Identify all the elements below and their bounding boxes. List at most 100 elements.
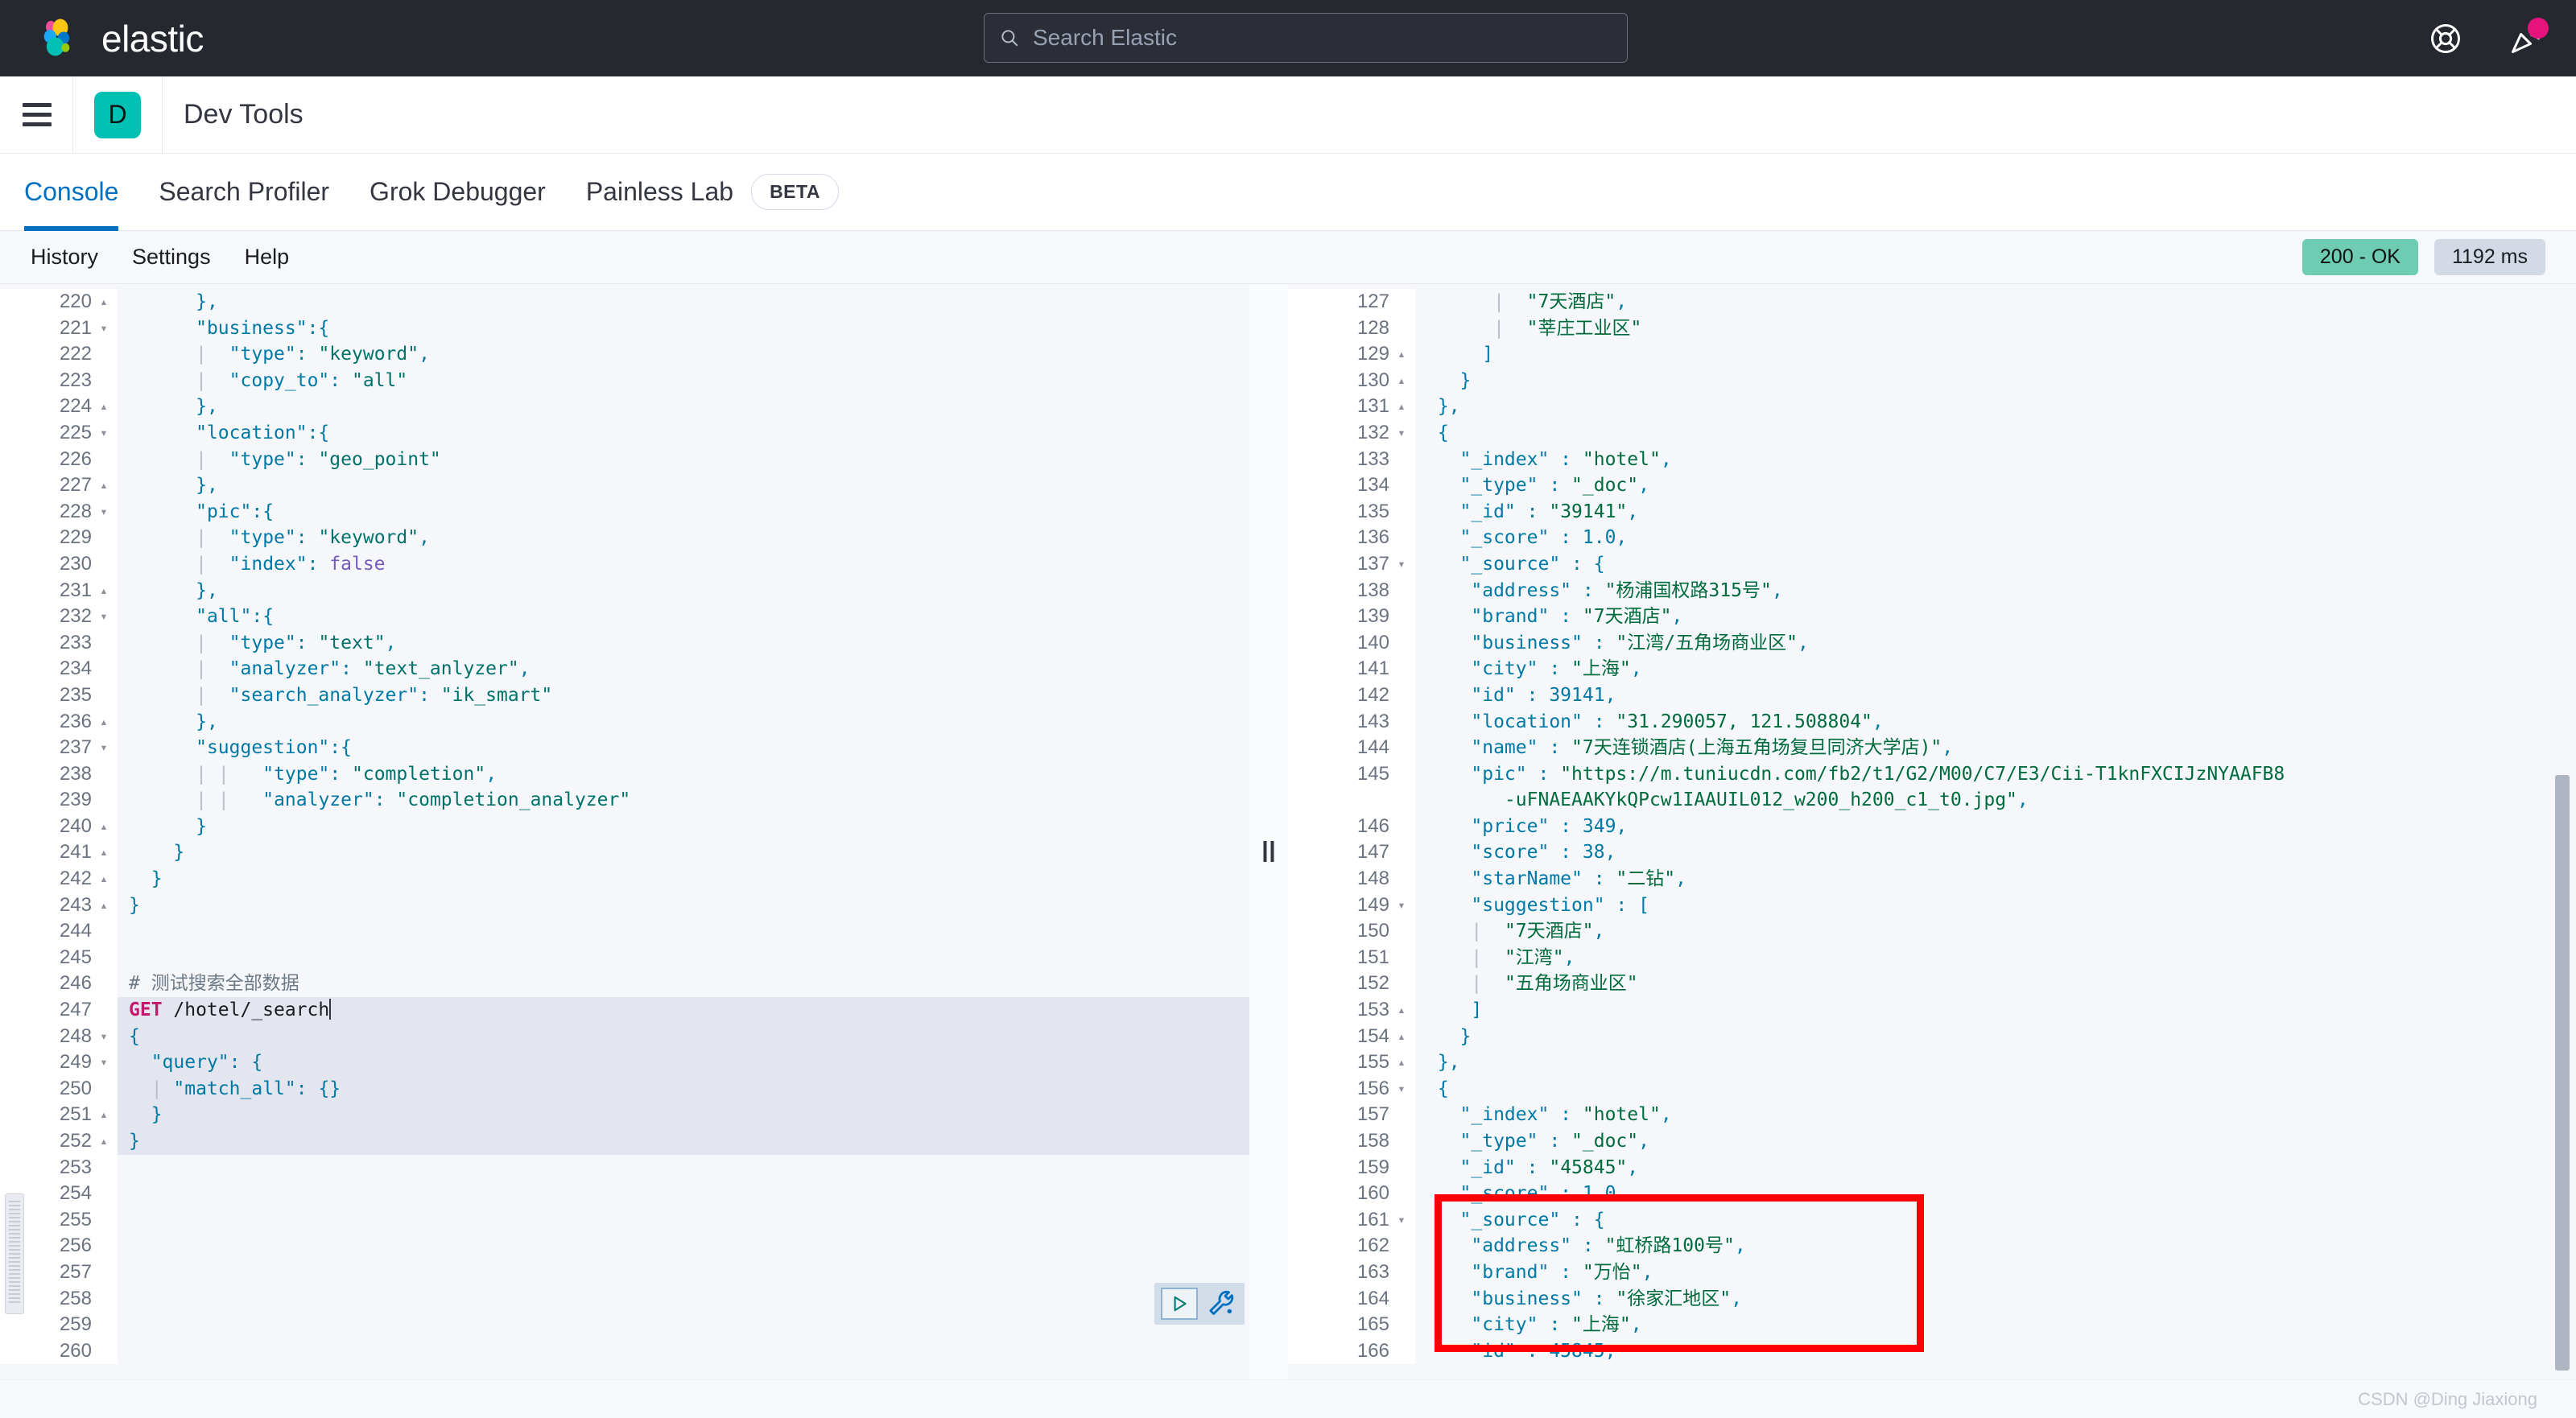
code-line[interactable]: 245 <box>0 944 1249 971</box>
code-line[interactable]: 147 "score" : 38, <box>1288 839 2576 867</box>
code-line[interactable]: 241 ▴ } <box>0 839 1249 867</box>
code-line[interactable]: 226 | "type": "geo_point" <box>0 446 1249 473</box>
fold-toggle-icon[interactable]: ▴ <box>95 472 113 499</box>
fold-toggle-icon[interactable]: ▴ <box>95 1128 113 1155</box>
code-line[interactable]: -uFNAEAAKYkQPcw1IAAUIL012_w200_h200_c1_t… <box>1288 787 2576 814</box>
code-line[interactable]: 153 ▴ ] <box>1288 997 2576 1024</box>
fold-toggle-icon[interactable]: ▴ <box>95 394 113 420</box>
code-line[interactable]: 143 "location" : "31.290057, 121.508804"… <box>1288 708 2576 736</box>
code-line[interactable]: 253 <box>0 1154 1249 1181</box>
code-line[interactable]: 148 "starName" : "二钻", <box>1288 866 2576 892</box>
code-line[interactable]: 231 ▴ }, <box>0 577 1249 604</box>
code-line[interactable]: 225 ▾ "location":{ <box>0 419 1249 447</box>
code-line[interactable]: 248 ▾ { <box>0 1023 1249 1050</box>
code-line[interactable]: 155 ▴ }, <box>1288 1049 2576 1076</box>
code-line[interactable]: 255 <box>0 1206 1249 1234</box>
code-line[interactable]: 232 ▾ "all":{ <box>0 604 1249 630</box>
fold-toggle-icon[interactable]: ▾ <box>95 1049 113 1076</box>
code-line[interactable]: 166 "id" : 45845, <box>1288 1338 2576 1365</box>
code-line[interactable]: 140 "business" : "江湾/五角场商业区", <box>1288 629 2576 657</box>
fold-toggle-icon[interactable]: ▴ <box>95 577 113 604</box>
code-line[interactable]: 141 "city" : "上海", <box>1288 656 2576 682</box>
code-line[interactable]: 145 "pic" : "https://m.tuniucdn.com/fb2/… <box>1288 761 2576 788</box>
code-line[interactable]: 247 GET /hotel/_search <box>0 997 1249 1024</box>
fold-toggle-icon[interactable]: ▾ <box>95 1023 113 1050</box>
code-line[interactable]: 243 ▴} <box>0 892 1249 919</box>
code-line[interactable]: 238 | | "type": "completion", <box>0 761 1249 788</box>
brand[interactable]: elastic <box>37 15 204 62</box>
fold-toggle-icon[interactable]: ▴ <box>1393 1023 1410 1050</box>
code-line[interactable]: 133 "_index" : "hotel", <box>1288 446 2576 473</box>
response-output-pane[interactable]: 127 | "7天酒店", 128 | "莘庄工业区" 129 ▴ ] 130 ▴ } 13… <box>1288 284 2576 1418</box>
code-line[interactable]: 146 "price" : 349, <box>1288 813 2576 840</box>
pane-splitter[interactable] <box>1249 284 1288 1418</box>
code-line[interactable]: 144 "name" : "7天连锁酒店(上海五角场复旦同济大学店)", <box>1288 735 2576 761</box>
code-line[interactable]: 229 | "type": "keyword", <box>0 525 1249 551</box>
code-line[interactable]: 156 ▾ { <box>1288 1075 2576 1103</box>
code-line[interactable]: 163 "brand" : "万怡", <box>1288 1259 2576 1286</box>
code-line[interactable]: 246 # 测试搜索全部数据 <box>0 971 1249 998</box>
fold-toggle-icon[interactable]: ▴ <box>95 289 113 315</box>
code-line[interactable]: 139 "brand" : "7天酒店", <box>1288 604 2576 630</box>
hamburger-menu-icon[interactable] <box>23 103 52 126</box>
code-line[interactable]: 220 ▴ }, <box>0 289 1249 315</box>
fold-toggle-icon[interactable]: ▴ <box>1393 394 1410 420</box>
code-line[interactable]: 230 | "index": false <box>0 550 1249 578</box>
fold-toggle-icon[interactable]: ▴ <box>1393 367 1410 394</box>
code-line[interactable]: 227 ▴ }, <box>0 472 1249 499</box>
code-line[interactable]: 132 ▾ { <box>1288 419 2576 447</box>
code-line[interactable]: 224 ▴ }, <box>0 394 1249 420</box>
code-line[interactable]: 234 | "analyzer": "text_anlyzer", <box>0 656 1249 682</box>
code-line[interactable]: 138 "address" : "杨浦国权路315号", <box>1288 577 2576 604</box>
code-line[interactable]: 137 ▾ "_source" : { <box>1288 550 2576 578</box>
tab-grok-debugger[interactable]: Grok Debugger <box>369 154 546 231</box>
fold-toggle-icon[interactable]: ▴ <box>95 813 113 840</box>
code-line[interactable]: 134 "_type" : "_doc", <box>1288 472 2576 499</box>
fold-toggle-icon[interactable]: ▴ <box>95 1102 113 1128</box>
code-line[interactable]: 252 ▴} <box>0 1128 1249 1155</box>
fold-toggle-icon[interactable]: ▴ <box>95 866 113 892</box>
code-line[interactable]: 256 <box>0 1233 1249 1259</box>
code-line[interactable]: 251 ▴ } <box>0 1102 1249 1128</box>
fold-toggle-icon[interactable]: ▴ <box>1393 1049 1410 1076</box>
fold-toggle-icon[interactable]: ▴ <box>95 708 113 736</box>
fold-toggle-icon[interactable]: ▾ <box>95 419 113 447</box>
lifebuoy-help-icon[interactable] <box>2428 21 2463 56</box>
fold-toggle-icon[interactable]: ▾ <box>1393 419 1410 447</box>
code-line[interactable]: 161 ▾ "_source" : { <box>1288 1206 2576 1234</box>
code-line[interactable]: 131 ▴ }, <box>1288 394 2576 420</box>
code-line[interactable]: 258 <box>0 1285 1249 1313</box>
code-line[interactable]: 259 <box>0 1312 1249 1338</box>
code-line[interactable]: 151 | "江湾", <box>1288 944 2576 971</box>
code-line[interactable]: 235 | "search_analyzer": "ik_smart" <box>0 682 1249 709</box>
code-line[interactable]: 165 "city" : "上海", <box>1288 1312 2576 1338</box>
code-line[interactable]: 250 | "match_all": {} <box>0 1075 1249 1103</box>
fold-toggle-icon[interactable]: ▾ <box>1393 1075 1410 1103</box>
code-line[interactable]: 162 "address" : "虹桥路100号", <box>1288 1233 2576 1259</box>
code-line[interactable]: 236 ▴ }, <box>0 708 1249 736</box>
code-line[interactable]: 254 <box>0 1181 1249 1207</box>
code-line[interactable]: 260 <box>0 1338 1249 1365</box>
code-line[interactable]: 135 "_id" : "39141", <box>1288 498 2576 526</box>
fold-toggle-icon[interactable]: ▾ <box>95 604 113 630</box>
code-line[interactable]: 233 | "type": "text", <box>0 629 1249 657</box>
party-popper-news-icon[interactable] <box>2508 17 2549 56</box>
response-scrollbar-thumb[interactable] <box>2555 775 2570 1371</box>
request-code-lines[interactable]: 220 ▴ }, 221 ▾ "business":{222 | "type": "k… <box>0 284 1249 1365</box>
fold-toggle-icon[interactable]: ▾ <box>1393 550 1410 578</box>
code-line[interactable]: 158 "_type" : "_doc", <box>1288 1128 2576 1155</box>
tab-console[interactable]: Console <box>24 154 119 231</box>
editor-minimap-scroll[interactable] <box>5 1193 24 1314</box>
code-line[interactable]: 149 ▾ "suggestion" : [ <box>1288 892 2576 919</box>
code-line[interactable]: 142 "id" : 39141, <box>1288 682 2576 709</box>
fold-toggle-icon[interactable]: ▴ <box>1393 341 1410 368</box>
fold-toggle-icon[interactable]: ▴ <box>95 892 113 919</box>
code-line[interactable]: 228 ▾ "pic":{ <box>0 498 1249 526</box>
code-line[interactable]: 154 ▴ } <box>1288 1023 2576 1050</box>
play-triangle-icon[interactable] <box>1161 1288 1198 1320</box>
code-line[interactable]: 157 "_index" : "hotel", <box>1288 1102 2576 1128</box>
wrench-icon[interactable] <box>1206 1288 1238 1320</box>
tab-painless-lab[interactable]: Painless Lab BETA <box>586 154 839 231</box>
code-line[interactable]: 237 ▾ "suggestion":{ <box>0 735 1249 761</box>
code-line[interactable]: 136 "_score" : 1.0, <box>1288 525 2576 551</box>
